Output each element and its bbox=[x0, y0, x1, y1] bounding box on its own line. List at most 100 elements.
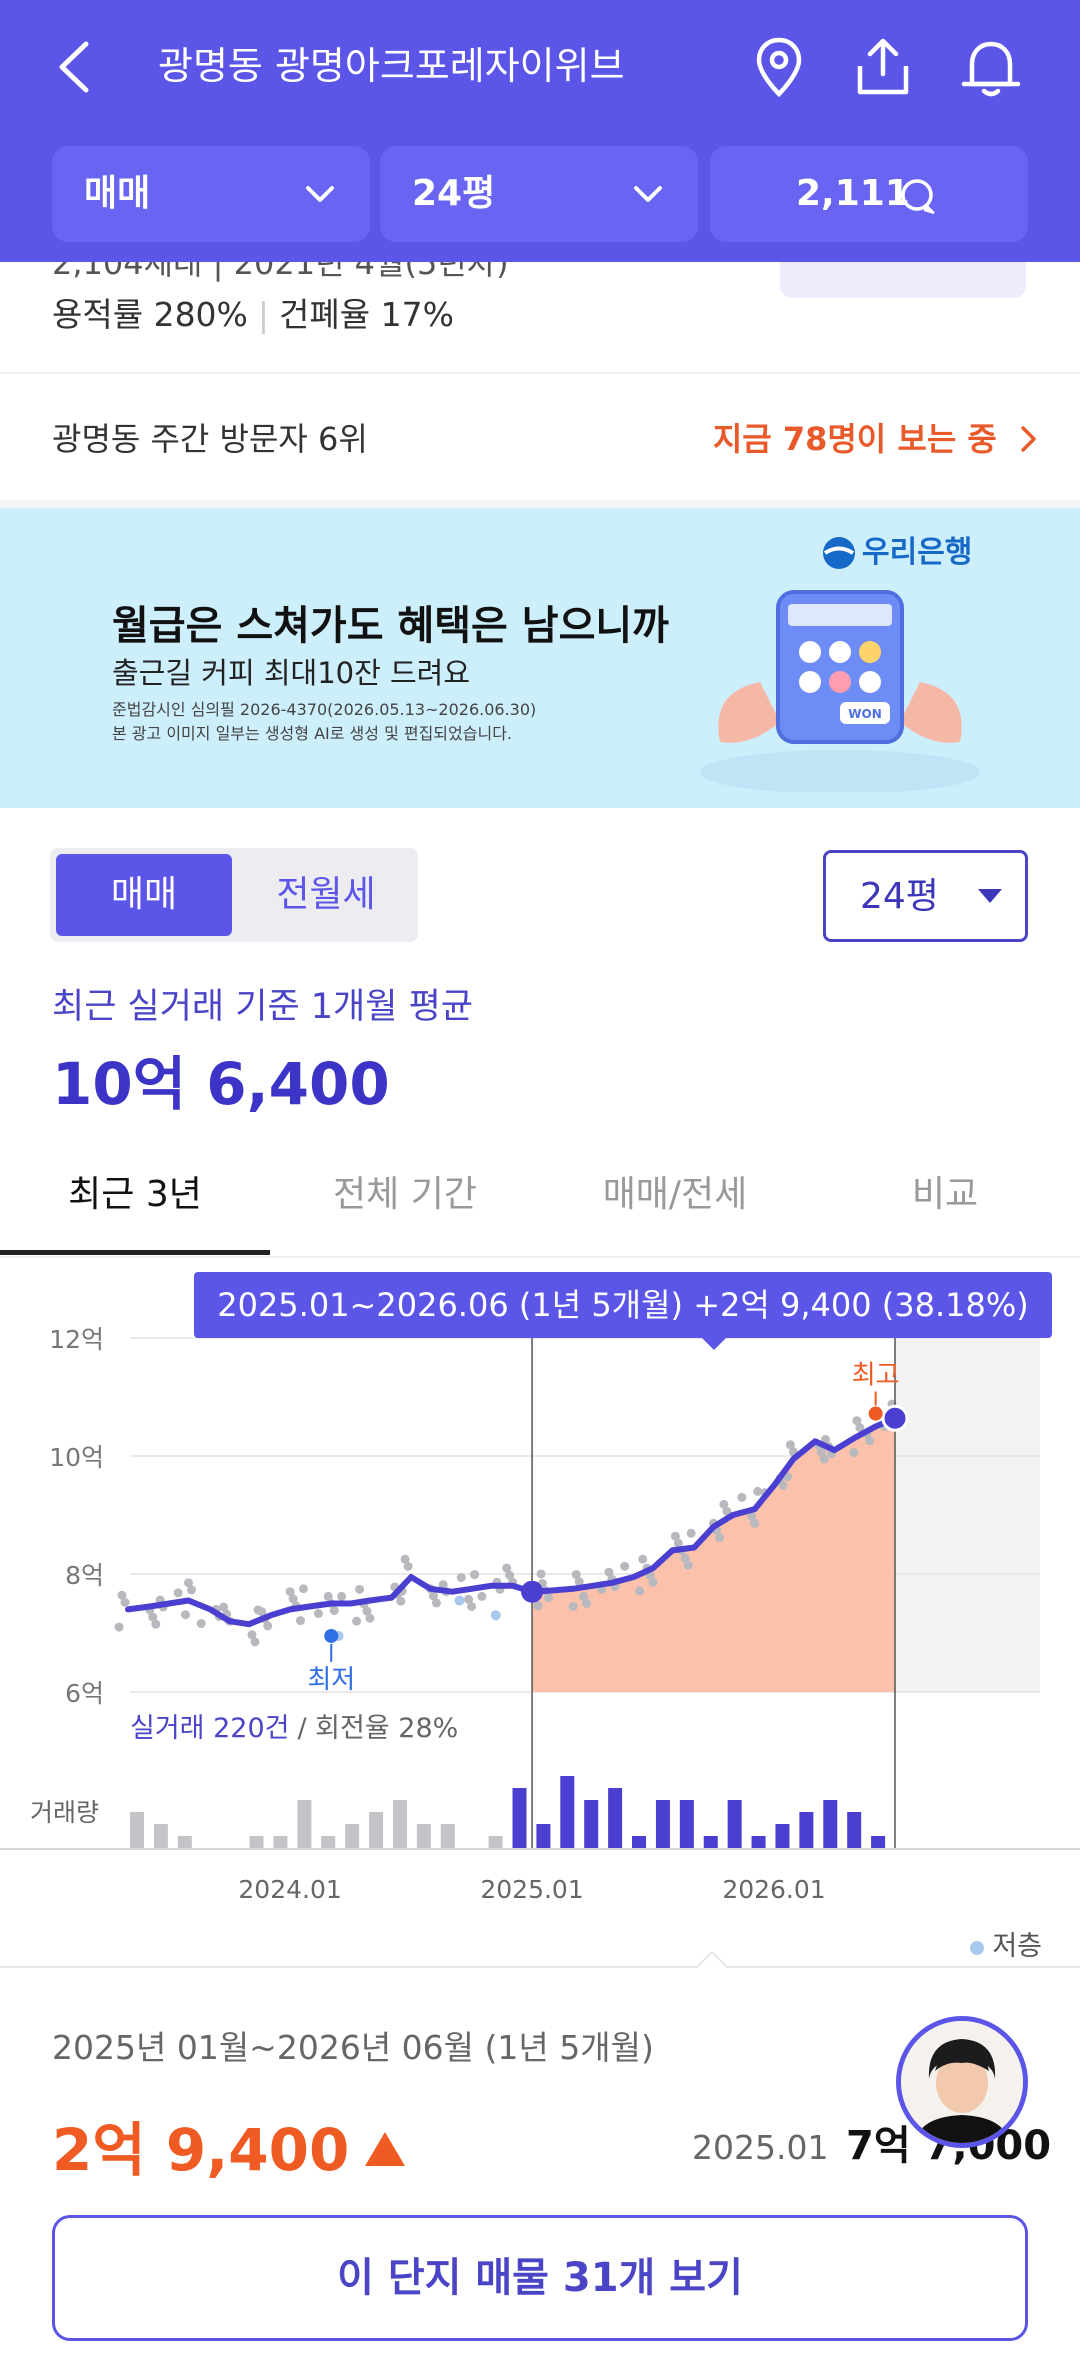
view-listings-button[interactable]: 이 단지 매물 31개 보기 bbox=[52, 2215, 1028, 2341]
trade-dot bbox=[620, 1561, 630, 1571]
visitor-rank: 광명동 주간 방문자 6위 bbox=[52, 420, 368, 458]
location-pin-icon[interactable] bbox=[746, 34, 812, 100]
divider bbox=[0, 372, 1080, 374]
agent-avatar-icon bbox=[901, 2021, 1023, 2143]
price-chart[interactable]: 12억 10억 8억 6억 최저 최고실거래 220건 / 회전율 28% 거래량 2024.0… bbox=[0, 1260, 1080, 1960]
back-arrow-icon[interactable] bbox=[52, 38, 96, 96]
trade-dot bbox=[196, 1619, 206, 1629]
trade-dot bbox=[295, 1616, 305, 1626]
trade-dot bbox=[582, 1599, 592, 1608]
trade-dot bbox=[536, 1569, 546, 1579]
segment-sale[interactable]: 매매 bbox=[56, 854, 232, 936]
trade-dot bbox=[819, 1454, 829, 1464]
turnover-label: / 회전율 28% bbox=[297, 1713, 458, 1744]
x-tick-label: 2026.01 bbox=[722, 1875, 825, 1904]
bank-name: 우리은행 bbox=[862, 535, 973, 570]
comments-count: 2,111 bbox=[796, 173, 910, 214]
ad-subtitle: 출근길 커피 최대10잔 드려요 bbox=[112, 656, 471, 690]
start-date: 2025.01 bbox=[692, 2128, 829, 2167]
share-icon[interactable] bbox=[850, 34, 916, 100]
tab-sale-vs-jeonse[interactable]: 매매/전세 bbox=[540, 1150, 810, 1258]
average-price-label: 최근 실거래 기준 1개월 평균 bbox=[52, 987, 473, 1027]
average-price-value: 10억 6,400 bbox=[52, 1050, 390, 1118]
y-tick-label: 12억 bbox=[49, 1325, 104, 1354]
trade-type-dropdown[interactable]: 매매 bbox=[52, 146, 370, 242]
legend-low-floor: 저층 bbox=[992, 1931, 1042, 1962]
trade-dot bbox=[683, 1560, 693, 1570]
trade-dot bbox=[715, 1532, 725, 1542]
pointer-notch bbox=[694, 1952, 730, 1970]
volume-bar bbox=[177, 1836, 192, 1848]
title-row: 광명동 광명아크포레자이위브 bbox=[0, 0, 1080, 135]
volume-bar bbox=[560, 1776, 575, 1848]
volume-bar bbox=[297, 1800, 312, 1848]
y-tick-label: 10억 bbox=[49, 1443, 104, 1472]
volume-axis-label: 거래량 bbox=[30, 1798, 99, 1827]
trade-segment-control: 매매 전월세 bbox=[50, 848, 418, 942]
up-triangle-icon bbox=[365, 2132, 406, 2166]
active-tab-indicator bbox=[0, 1250, 270, 1255]
range-end-marker bbox=[881, 1404, 909, 1432]
trade-dot bbox=[180, 1610, 190, 1620]
chart-size-dropdown[interactable]: 24평 bbox=[823, 850, 1028, 942]
trade-dot bbox=[365, 1613, 375, 1623]
y-tick-label: 8억 bbox=[65, 1561, 104, 1590]
volume-bar bbox=[799, 1812, 814, 1848]
size-dropdown[interactable]: 24평 bbox=[380, 146, 698, 242]
selected-range-label: 2025년 01월~2026년 06월 (1년 5개월) bbox=[52, 2028, 654, 2067]
ad-banner[interactable]: 우리은행 월급은 스쳐가도 혜택은 남으니까 출근길 커피 최대10잔 드려요 … bbox=[0, 508, 1080, 808]
trade-dot bbox=[648, 1577, 658, 1587]
volume-bar bbox=[775, 1824, 790, 1848]
selected-range-area bbox=[532, 1418, 895, 1692]
period-tabs: 최근 3년 전체 기간 매매/전세 비교 bbox=[0, 1150, 1080, 1258]
volume-bar bbox=[823, 1800, 838, 1848]
floating-avatar[interactable] bbox=[896, 2016, 1028, 2148]
volume-bar bbox=[727, 1800, 742, 1848]
y-tick-label: 6억 bbox=[65, 1679, 104, 1708]
volume-bar bbox=[584, 1800, 599, 1848]
trade-dot bbox=[403, 1561, 413, 1571]
chart-size-label: 24평 bbox=[860, 876, 939, 917]
bell-icon[interactable] bbox=[958, 34, 1024, 100]
volume-bar bbox=[321, 1836, 336, 1848]
trade-dot bbox=[329, 1606, 339, 1616]
trade-dot bbox=[120, 1597, 130, 1607]
max-label: 최고 bbox=[852, 1361, 900, 1391]
trade-dot bbox=[849, 1447, 859, 1457]
trade-dot bbox=[737, 1492, 747, 1502]
trade-dot bbox=[355, 1584, 365, 1594]
volume-bar bbox=[130, 1812, 144, 1848]
segment-rent[interactable]: 전월세 bbox=[240, 854, 412, 936]
tab-compare[interactable]: 비교 bbox=[810, 1150, 1080, 1258]
tab-recent-3y[interactable]: 최근 3년 bbox=[0, 1150, 270, 1258]
comments-button[interactable]: 2,111 bbox=[710, 146, 1028, 242]
bank-logo-icon bbox=[823, 537, 855, 569]
ad-title: 월급은 스쳐가도 혜택은 남으니까 bbox=[112, 603, 669, 649]
floor-area-ratio: 용적률 280% bbox=[52, 295, 248, 334]
volume-bar bbox=[536, 1824, 551, 1848]
trade-dot bbox=[638, 1554, 648, 1564]
trade-dot bbox=[263, 1621, 273, 1631]
caret-down-icon bbox=[978, 889, 1002, 903]
filter-bar: 매매 24평 2,111 bbox=[0, 146, 1080, 242]
trade-dot bbox=[686, 1528, 696, 1538]
phone-in-hands-illustration: WON bbox=[700, 590, 980, 792]
x-tick-label: 2024.01 bbox=[238, 1875, 341, 1904]
trade-dot bbox=[750, 1518, 760, 1528]
min-label: 최저 bbox=[307, 1665, 355, 1695]
trade-dot bbox=[533, 1601, 543, 1611]
min-marker bbox=[324, 1628, 339, 1643]
volume-bar bbox=[751, 1836, 766, 1848]
tab-all-period[interactable]: 전체 기간 bbox=[270, 1150, 540, 1258]
won-label: WON bbox=[848, 707, 881, 721]
trade-dot bbox=[543, 1593, 553, 1603]
trade-dot bbox=[114, 1622, 124, 1632]
chart-legend: 저층 bbox=[970, 1924, 1042, 1963]
range-start-marker bbox=[521, 1580, 544, 1603]
viewing-now-link[interactable]: 지금 78명이 보는 중 bbox=[713, 416, 1040, 462]
volume-bar bbox=[392, 1800, 407, 1848]
volume-bar bbox=[679, 1800, 694, 1848]
x-tick-label: 2025.01 bbox=[480, 1875, 583, 1904]
ad-disclaimer-ai: 본 광고 이미지 일부는 생성형 AI로 생성 및 편집되었습니다. bbox=[112, 724, 512, 743]
volume-bar bbox=[632, 1836, 647, 1848]
